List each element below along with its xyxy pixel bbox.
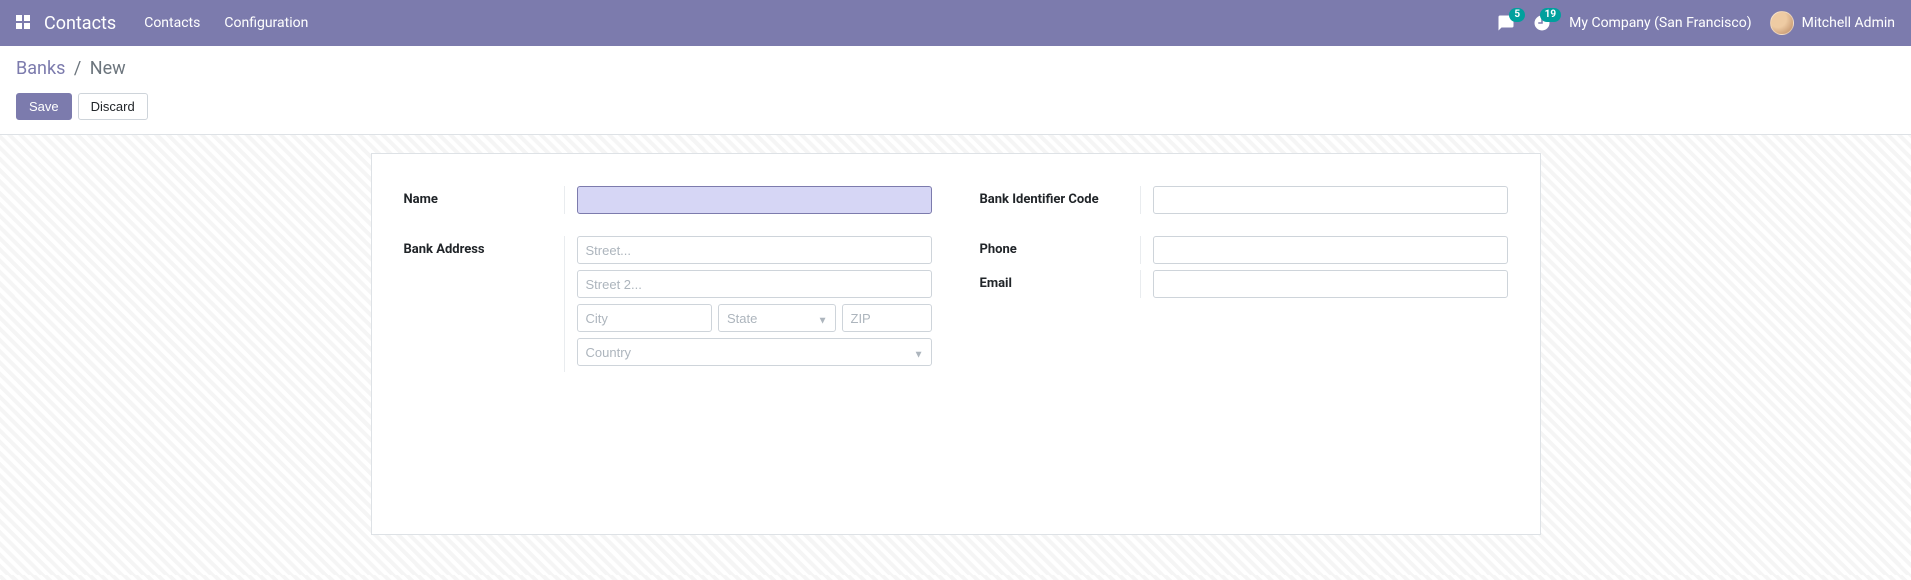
discard-button[interactable]: Discard [78, 93, 148, 120]
street2-input[interactable] [577, 270, 932, 298]
breadcrumb-current: New [90, 58, 126, 79]
button-row: Save Discard [16, 93, 1895, 120]
nav-contacts[interactable]: Contacts [144, 15, 200, 31]
name-label: Name [404, 186, 564, 207]
messages-badge: 5 [1509, 8, 1525, 22]
top-navbar: Contacts Contacts Configuration 5 19 My … [0, 0, 1911, 46]
breadcrumb: Banks / New [16, 58, 1895, 79]
state-select[interactable] [718, 304, 836, 332]
sheet-wrapper: Name Bank Address ▼ [0, 135, 1911, 575]
save-button[interactable]: Save [16, 93, 72, 120]
nav-right: 5 19 My Company (San Francisco) Mitchell… [1497, 11, 1895, 35]
phone-input[interactable] [1153, 236, 1508, 264]
messages-button[interactable]: 5 [1497, 14, 1515, 32]
bic-label: Bank Identifier Code [980, 186, 1140, 207]
nav-configuration[interactable]: Configuration [224, 15, 308, 31]
email-label: Email [980, 270, 1140, 291]
apps-icon[interactable] [16, 15, 32, 31]
user-name: Mitchell Admin [1802, 15, 1895, 31]
left-column: Name Bank Address ▼ [404, 186, 932, 394]
zip-input[interactable] [842, 304, 932, 332]
breadcrumb-sep: / [74, 58, 81, 79]
avatar [1770, 11, 1794, 35]
phone-label: Phone [980, 236, 1140, 257]
bic-input[interactable] [1153, 186, 1508, 214]
app-brand[interactable]: Contacts [44, 13, 116, 34]
form-columns: Name Bank Address ▼ [404, 186, 1508, 394]
right-column: Bank Identifier Code Phone Email [980, 186, 1508, 394]
email-input[interactable] [1153, 270, 1508, 298]
breadcrumb-root[interactable]: Banks [16, 58, 65, 79]
name-input[interactable] [577, 186, 932, 214]
activities-badge: 19 [1540, 8, 1561, 22]
activities-button[interactable]: 19 [1533, 14, 1551, 32]
street-input[interactable] [577, 236, 932, 264]
city-input[interactable] [577, 304, 713, 332]
form-sheet: Name Bank Address ▼ [371, 153, 1541, 535]
control-panel: Banks / New Save Discard [0, 46, 1911, 135]
nav-left: Contacts Contacts Configuration [16, 13, 332, 34]
country-select[interactable] [577, 338, 932, 366]
user-menu[interactable]: Mitchell Admin [1770, 11, 1895, 35]
address-label: Bank Address [404, 236, 564, 257]
company-switcher[interactable]: My Company (San Francisco) [1569, 15, 1751, 31]
